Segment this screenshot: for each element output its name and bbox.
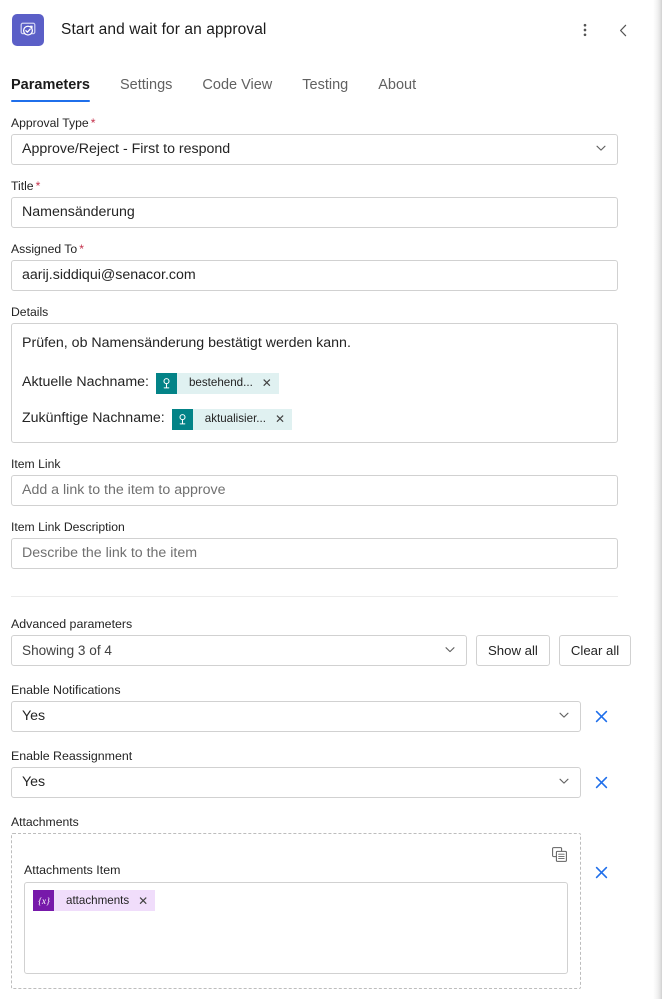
item-link-description-placeholder: Describe the link to the item (22, 545, 198, 562)
advanced-parameters-label: Advanced parameters (11, 617, 133, 631)
show-all-button[interactable]: Show all (476, 635, 550, 666)
details-line-3-label: Zukünftige Nachname: (22, 410, 165, 427)
details-line-2-label: Aktuelle Nachname: (22, 374, 149, 391)
close-icon[interactable]: ✕ (262, 376, 272, 391)
sharepoint-icon (171, 408, 193, 430)
label-enable-reassignment: Enable Reassignment (11, 749, 133, 763)
required-asterisk: * (79, 242, 84, 256)
token-chip-label: bestehend... (188, 375, 253, 389)
page-title: Start and wait for an approval (61, 21, 267, 38)
field-details: Details Prüfen, ob Namensänderung bestät… (11, 305, 618, 443)
close-icon[interactable]: ✕ (275, 412, 285, 427)
field-item-link: Item Link Add a link to the item to appr… (11, 457, 618, 506)
item-link-description-input[interactable]: Describe the link to the item (11, 538, 618, 569)
approval-type-select[interactable]: Approve/Reject - First to respond (11, 134, 618, 165)
svg-text:{x}: {x} (38, 897, 50, 907)
clear-attachments-button[interactable] (585, 857, 618, 888)
token-chip-body: bestehend... ✕ (176, 372, 279, 394)
label-assigned-to: Assigned To * (11, 242, 84, 256)
panel-right-edge (653, 0, 662, 999)
enable-notifications-value: Yes (22, 708, 46, 725)
title-input[interactable]: Namensänderung (11, 197, 618, 228)
enable-reassignment-row: Yes (11, 767, 618, 798)
token-chip-future-lastname[interactable]: aktualisier... ✕ (171, 408, 293, 430)
approval-type-value: Approve/Reject - First to respond (22, 141, 231, 158)
item-link-input[interactable]: Add a link to the item to approve (11, 475, 618, 506)
token-chip-body: aktualisier... ✕ (192, 408, 293, 430)
enable-reassignment-select[interactable]: Yes (11, 767, 581, 798)
panel-header: Start and wait for an approval (0, 0, 662, 58)
title-value: Namensänderung (22, 204, 135, 221)
label-item-link-description: Item Link Description (11, 520, 125, 534)
details-editor[interactable]: Prüfen, ob Namensänderung bestätigt werd… (11, 323, 618, 443)
field-assigned-to: Assigned To * aarij.siddiqui@senacor.com (11, 242, 618, 291)
tab-about[interactable]: About (378, 77, 416, 102)
attachments-item-label: Attachments Item (24, 863, 121, 877)
details-line-2: Aktuelle Nachname: bestehend... ✕ (22, 372, 607, 394)
token-chip-attachments[interactable]: {x} attachments ✕ (33, 890, 156, 911)
tab-code-view[interactable]: Code View (202, 77, 272, 102)
attachments-row: Attachments Item {x} attachments ✕ (11, 833, 618, 989)
token-chip-label: attachments (66, 894, 130, 907)
field-approval-type: Approval Type * Approve/Reject - First to… (11, 116, 618, 165)
chevron-down-icon (557, 708, 571, 726)
more-vertical-icon[interactable] (574, 19, 596, 41)
section-divider (11, 596, 618, 597)
field-item-link-description: Item Link Description Describe the link … (11, 520, 618, 569)
advanced-parameters-select[interactable]: Showing 3 of 4 (11, 635, 467, 666)
clear-enable-notifications-button[interactable] (585, 701, 618, 732)
chevron-left-icon[interactable] (612, 19, 634, 41)
details-text: Prüfen, ob Namensänderung bestätigt werd… (22, 335, 351, 352)
attachments-container: Attachments Item {x} attachments ✕ (11, 833, 581, 989)
enable-notifications-select[interactable]: Yes (11, 701, 581, 732)
assigned-to-input[interactable]: aarij.siddiqui@senacor.com (11, 260, 618, 291)
sharepoint-icon (155, 372, 177, 394)
label-attachments: Attachments (11, 815, 79, 829)
label-title: Title * (11, 179, 41, 193)
variable-icon: {x} (33, 890, 54, 911)
tab-settings[interactable]: Settings (120, 77, 172, 102)
token-chip-label: aktualisier... (204, 411, 266, 425)
label-approval-type: Approval Type * (11, 116, 96, 130)
approval-icon (12, 14, 44, 46)
chevron-down-icon (443, 642, 457, 659)
clear-all-button[interactable]: Clear all (558, 635, 632, 666)
advanced-parameters-row: Showing 3 of 4 Show all Clear all (11, 635, 632, 666)
attachments-item-input[interactable]: {x} attachments ✕ (24, 882, 568, 974)
tab-testing[interactable]: Testing (302, 77, 348, 102)
field-enable-notifications: Enable Notifications Yes (11, 683, 618, 732)
close-icon[interactable]: ✕ (138, 894, 148, 908)
tab-parameters[interactable]: Parameters (11, 77, 90, 102)
clear-enable-reassignment-button[interactable] (585, 767, 618, 798)
header-actions (574, 19, 646, 41)
label-item-link: Item Link (11, 457, 61, 471)
details-line-3: Zukünftige Nachname: aktualisier... ✕ (22, 408, 607, 430)
field-enable-reassignment: Enable Reassignment Yes (11, 749, 618, 798)
assigned-to-value: aarij.siddiqui@senacor.com (22, 267, 196, 284)
required-asterisk: * (35, 179, 41, 193)
enable-reassignment-value: Yes (22, 774, 46, 791)
details-line-1: Prüfen, ob Namensänderung bestätigt werd… (22, 333, 607, 355)
tab-bar: Parameters Settings Code View Testing Ab… (0, 58, 662, 102)
parameters-form: Approval Type * Approve/Reject - First to… (0, 116, 662, 989)
label-details: Details (11, 305, 49, 319)
item-link-placeholder: Add a link to the item to approve (22, 482, 226, 499)
token-chip-current-lastname[interactable]: bestehend... ✕ (155, 372, 279, 394)
field-title: Title * Namensänderung (11, 179, 618, 228)
field-attachments: Attachments Attachments Item {x} attachm… (11, 815, 618, 989)
enable-notifications-row: Yes (11, 701, 618, 732)
token-chip-body: attachments ✕ (54, 890, 156, 911)
chevron-down-icon (594, 141, 608, 159)
action-details-panel: Start and wait for an approval Parameter… (0, 0, 662, 999)
advanced-parameters-select-value: Showing 3 of 4 (22, 643, 112, 658)
chevron-down-icon (557, 774, 571, 792)
required-asterisk: * (90, 116, 96, 130)
duplicate-icon[interactable] (548, 843, 570, 865)
label-enable-notifications: Enable Notifications (11, 683, 121, 697)
